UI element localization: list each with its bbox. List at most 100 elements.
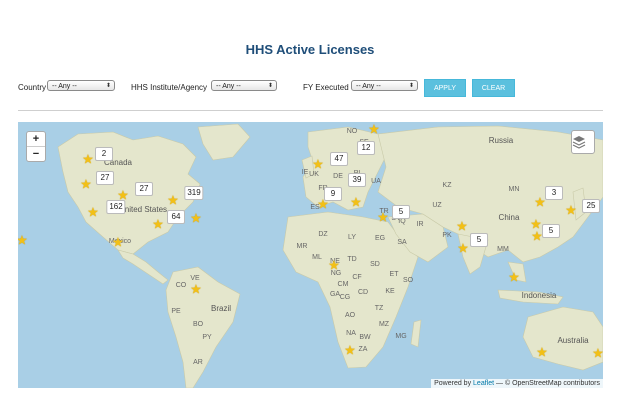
license-marker[interactable]: ★: [152, 218, 164, 231]
country-label-tz: TZ: [374, 305, 384, 312]
country-label-cm: CM: [337, 281, 349, 288]
country-label-indonesia: Indonesia: [521, 291, 557, 300]
license-marker[interactable]: ★: [328, 259, 340, 272]
cluster-marker[interactable]: 162: [106, 200, 126, 214]
country-label-cf: CF: [352, 274, 362, 281]
fy-select[interactable]: -- Any -- ⬍: [351, 80, 418, 91]
country-label-mn: MN: [508, 186, 520, 193]
country-label-brazil: Brazil: [210, 304, 232, 313]
country-label-et: ET: [389, 271, 399, 278]
license-marker[interactable]: ★: [377, 211, 389, 224]
country-label-china: China: [498, 213, 520, 222]
country-label-so: SO: [402, 277, 414, 284]
country-label-uz: UZ: [432, 202, 442, 209]
license-marker[interactable]: ★: [18, 234, 28, 247]
license-marker[interactable]: ★: [565, 204, 577, 217]
chevron-down-icon: ⬍: [408, 83, 414, 89]
country-label-td: TD: [347, 256, 357, 263]
country-label-na: NA: [346, 330, 356, 337]
country-label-co: CO: [175, 282, 187, 289]
country-label-united-states: United States: [118, 205, 168, 214]
country-select-value: -- Any --: [52, 83, 77, 90]
license-marker[interactable]: ★: [80, 178, 92, 191]
license-marker[interactable]: ★: [190, 212, 202, 225]
license-marker[interactable]: ★: [82, 153, 94, 166]
country-label-dz: DZ: [318, 231, 328, 238]
zoom-out-button[interactable]: −: [27, 146, 45, 161]
agency-select-value: -- Any --: [216, 83, 241, 90]
zoom-control: + −: [26, 131, 46, 162]
apply-button[interactable]: APPLY: [424, 79, 466, 97]
country-label-ml: ML: [312, 254, 322, 261]
page-title: HHS Active Licenses: [245, 42, 375, 57]
license-marker[interactable]: ★: [536, 346, 548, 359]
license-marker[interactable]: ★: [508, 271, 520, 284]
stack-icon: [572, 136, 586, 149]
license-marker[interactable]: ★: [87, 206, 99, 219]
filter-bar: Country -- Any -- ⬍ HHS Institute/Agency…: [0, 78, 620, 100]
cluster-marker[interactable]: 5: [542, 224, 560, 238]
cluster-marker[interactable]: 47: [330, 152, 348, 166]
country-label-russia: Russia: [488, 136, 514, 145]
cluster-marker[interactable]: 64: [167, 210, 185, 224]
license-marker[interactable]: ★: [167, 194, 179, 207]
leaflet-link[interactable]: Leaflet: [473, 380, 494, 387]
chevron-down-icon: ⬍: [105, 83, 111, 89]
country-label-uk: UK: [309, 171, 319, 178]
country-label-cg: CG: [339, 294, 351, 301]
cluster-marker[interactable]: 9: [324, 187, 342, 201]
country-label-no: NO: [346, 128, 358, 135]
country-label: Country: [18, 83, 47, 92]
cluster-marker[interactable]: 12: [357, 141, 375, 155]
license-marker[interactable]: ★: [368, 123, 380, 136]
country-label-ke: KE: [385, 288, 395, 295]
license-marker[interactable]: ★: [457, 242, 469, 255]
country-select[interactable]: -- Any -- ⬍: [47, 80, 115, 91]
country-label-ie: IE: [301, 169, 309, 176]
country-label-ua: UA: [371, 178, 381, 185]
license-marker[interactable]: ★: [112, 236, 124, 249]
country-label-ar: AR: [193, 359, 203, 366]
license-marker[interactable]: ★: [190, 283, 202, 296]
license-marker[interactable]: ★: [312, 158, 324, 171]
cluster-marker[interactable]: 5: [470, 233, 488, 247]
country-label-mg: MG: [395, 333, 407, 340]
license-map[interactable]: Canada United States Mexico Russia Brazi…: [18, 122, 603, 388]
fy-label: FY Executed: [303, 83, 349, 92]
country-label-za: ZA: [358, 346, 368, 353]
divider: [18, 110, 603, 111]
zoom-in-button[interactable]: +: [27, 132, 45, 146]
country-label-sa: SA: [397, 239, 407, 246]
cluster-marker[interactable]: 25: [582, 199, 600, 213]
country-label-mz: MZ: [378, 321, 390, 328]
map-attribution: Powered by Leaflet — © OpenStreetMap con…: [431, 379, 603, 388]
license-marker[interactable]: ★: [456, 220, 468, 233]
country-label-ga: GA: [329, 291, 341, 298]
agency-label: HHS Institute/Agency: [131, 83, 208, 92]
layers-icon[interactable]: [571, 130, 595, 154]
attribution-prefix: Powered by: [434, 380, 472, 387]
cluster-marker[interactable]: 27: [135, 182, 153, 196]
country-label-pe: PE: [171, 308, 181, 315]
country-label-bo: BO: [192, 321, 204, 328]
license-marker[interactable]: ★: [344, 344, 356, 357]
cluster-marker[interactable]: 39: [348, 173, 366, 187]
country-label-ly: LY: [347, 234, 357, 241]
license-marker[interactable]: ★: [350, 196, 362, 209]
cluster-marker[interactable]: 2: [95, 147, 113, 161]
country-label-mm: MM: [497, 246, 509, 253]
country-label-kz: KZ: [442, 182, 452, 189]
license-marker[interactable]: ★: [592, 347, 603, 360]
country-label-australia: Australia: [557, 336, 589, 345]
country-label-cd: CD: [357, 289, 369, 296]
cluster-marker[interactable]: 27: [96, 171, 114, 185]
fy-select-value: -- Any --: [356, 83, 381, 90]
country-label-sd: SD: [370, 261, 380, 268]
cluster-marker[interactable]: 3: [545, 186, 563, 200]
country-label-ao: AO: [344, 312, 356, 319]
agency-select[interactable]: -- Any -- ⬍: [211, 80, 277, 91]
attribution-suffix: — © OpenStreetMap contributors: [496, 380, 600, 387]
cluster-marker[interactable]: 319: [184, 186, 204, 200]
clear-button[interactable]: CLEAR: [472, 79, 515, 97]
cluster-marker[interactable]: 5: [392, 205, 410, 219]
